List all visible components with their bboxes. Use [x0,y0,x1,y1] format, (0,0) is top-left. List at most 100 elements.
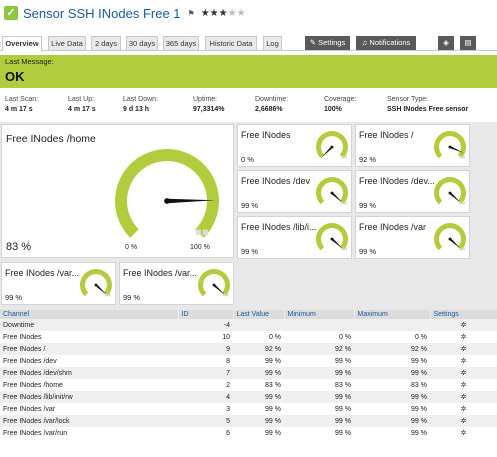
small-gauge-panel[interactable]: Free INodes /dev 99 % [237,170,352,213]
table-row[interactable]: Downtime -4 ✲ [0,319,497,331]
small-gauge-panel[interactable]: Free INodes / 92 % [355,124,470,167]
col-id[interactable]: ID [178,310,234,319]
clipboard-icon: ▤ [464,38,472,47]
clipboard-button[interactable]: ▤ [460,36,476,50]
channel-settings-icon[interactable]: ✲ [461,358,467,365]
priority-stars[interactable]: ★★★★★ [201,8,246,19]
gauge-arc [434,131,466,159]
gauge-arc [115,149,219,238]
channel-settings-icon[interactable]: ✲ [461,346,467,353]
tab-365-days[interactable]: 365 days [163,36,199,50]
table-row[interactable]: Free INodes /var 3 99 % 99 % 99 % ✲ [0,403,497,415]
main-gauge-panel[interactable]: Free INodes /home 83 % 0 % 100 % [1,124,234,258]
maximum-cell: 0 % [414,333,427,341]
small-gauge-value: 99 % [359,247,377,256]
col-maximum[interactable]: Maximum [354,310,431,319]
channel-settings-icon[interactable]: ✲ [461,370,467,377]
col-minimum[interactable]: Minimum [284,310,355,319]
gauge-hub [448,237,452,241]
channel-settings-icon[interactable]: ✲ [461,382,467,389]
table-row[interactable]: Free INodes /var/run 6 99 % 99 % 99 % ✲ [0,427,497,439]
minimum-cell: 99 % [284,367,354,379]
col-last-value[interactable]: Last Value [233,310,285,319]
settings-cell: ✲ [430,343,497,355]
small-gauge-panel[interactable]: Free INodes /var... 99 % [119,262,234,305]
gauge-hub [448,191,452,195]
small-gauge-value: 99 % [123,293,141,302]
tab-bar: Overview Live Data 2 days 30 days 365 da… [0,36,497,51]
gauge-hub [330,191,334,195]
channel-cell: Free INodes / [0,343,178,355]
main-gauge-max-label: 100 % [190,244,210,251]
maximum-cell: 99 % [354,391,430,403]
tab-overview[interactable]: Overview [2,36,42,51]
gauge-indicator [462,155,465,159]
channel-settings-icon[interactable]: ✲ [461,322,467,329]
settings-cell: ✲ [430,331,497,343]
tab-historic-data[interactable]: Historic Data [205,36,257,50]
gauge-indicator [340,247,344,251]
status-value: OK [5,69,25,84]
small-gauge-panel[interactable]: Free INodes /var 99 % [355,216,470,259]
tab-log[interactable]: Log [263,36,282,50]
status-bar: Last Message: OK [0,55,497,88]
small-gauge-name: Free INodes / [359,130,414,140]
table-row[interactable]: Free INodes /lib/init/rw 4 99 % 99 % 99 % ✲ [0,391,497,403]
tab-2-days[interactable]: 2 days [91,36,121,50]
tab-live-data[interactable]: Live Data [48,36,86,50]
small-gauge-value: 99 % [241,201,259,210]
id-cell: 3 [226,405,230,413]
gauge-arc [434,177,466,205]
stat-last-up: Last Up: 4 m 17 s [68,96,96,113]
id-cell: 7 [178,367,233,379]
star-icon[interactable]: ★ [210,8,219,19]
gauge-indicator [458,247,462,251]
channel-settings-icon[interactable]: ✲ [461,394,467,401]
gauge-indicator [458,155,462,159]
gauge-indicator [340,155,344,159]
gauge-hub [94,283,98,287]
table-row[interactable]: Free INodes /9 92 % 92 % 92 % ✲ [0,343,497,355]
stat-sensor-type: Sensor Type: SSH INodes Free sensor [387,96,469,113]
channel-cell: Free INodes /home [3,381,63,389]
shield-button[interactable]: ◈ [438,36,454,50]
id-cell: 8 [226,357,230,365]
star-icon[interactable]: ★ [237,8,246,19]
table-row[interactable]: Free INodes /home 2 83 % 83 % 83 % ✲ [0,379,497,391]
channel-settings-icon[interactable]: ✲ [461,406,467,413]
last-value-cell: 99 % [265,405,281,413]
gauge-arc [316,223,348,251]
small-gauge-panel[interactable]: Free INodes /var... 99 % [1,262,116,305]
notifications-button[interactable]: ♫ Notifications [356,36,416,50]
settings-cell: ✲ [430,427,497,439]
table-row[interactable]: Free INodes /dev/shm 7 99 % 99 % 99 % ✲ [0,367,497,379]
channel-cell: Free INodes /dev/shm [0,367,178,379]
channel-settings-icon[interactable]: ✲ [461,418,467,425]
table-row[interactable]: Free INodes /dev 8 99 % 99 % 99 % ✲ [0,355,497,367]
tab-30-days[interactable]: 30 days [126,36,158,50]
table-row[interactable]: Free INodes 10 0 % 0 % 0 % ✲ [0,331,497,343]
gauge-hub [448,145,452,149]
id-cell: 2 [226,381,230,389]
small-gauge-panel[interactable]: Free INodes /dev... 99 % [355,170,470,213]
star-icon[interactable]: ★ [219,8,228,19]
small-gauge-panel[interactable]: Free INodes /lib/i... 99 % [237,216,352,259]
last-value-cell: 92 % [233,343,284,355]
gauge-indicator [344,155,347,159]
flag-icon[interactable]: ⚑ [188,9,195,18]
minimum-cell [284,319,354,331]
small-gauge-value: 0 % [241,155,254,164]
star-icon[interactable]: ★ [201,8,210,19]
stat-coverage: Coverage: 100% [324,96,357,113]
gauge-indicator [104,293,108,297]
channel-settings-icon[interactable]: ✲ [461,430,467,437]
small-gauge-value: 99 % [241,247,259,256]
col-channel[interactable]: Channel [0,310,179,319]
settings-button[interactable]: ✎ Settings [305,36,350,50]
star-icon[interactable]: ★ [228,8,237,19]
stat-last-down: Last Down: 9 d 13 h [123,96,159,113]
table-row[interactable]: Free INodes /var/lock 5 99 % 99 % 99 % ✲ [0,415,497,427]
channel-settings-icon[interactable]: ✲ [461,334,467,341]
small-gauge-panel[interactable]: Free INodes 0 % [237,124,352,167]
gauge-arc [80,269,112,297]
